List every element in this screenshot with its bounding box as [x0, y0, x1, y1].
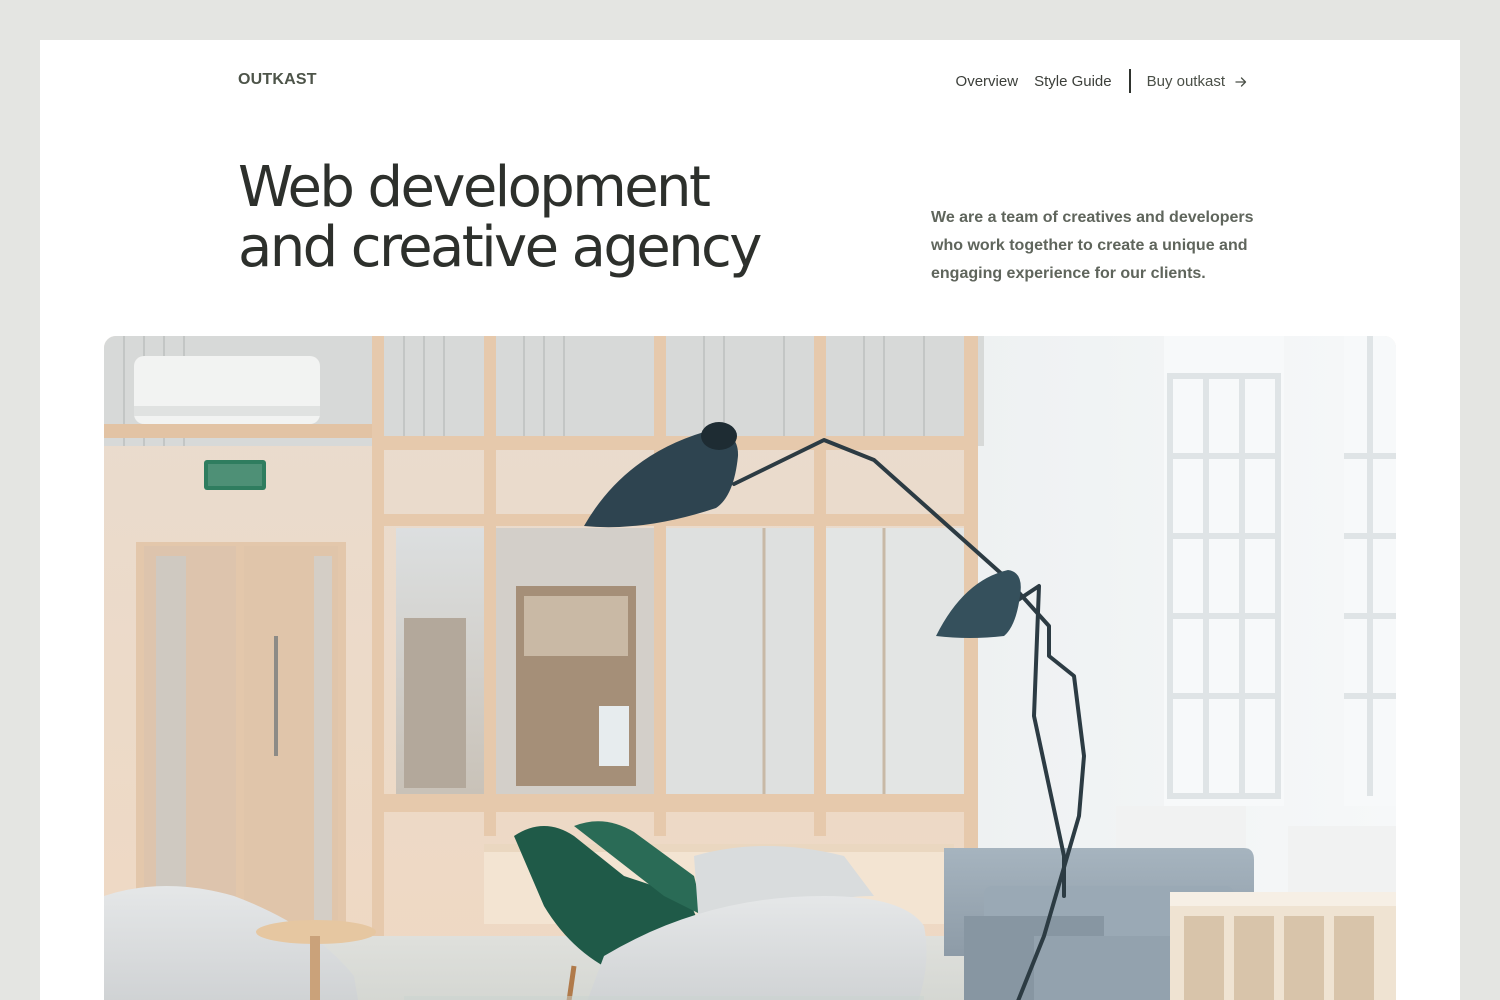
logo[interactable]: OUTKAST [238, 71, 317, 89]
nav-divider [1128, 69, 1131, 93]
nav-link-overview[interactable]: Overview [956, 73, 1019, 90]
hero-image [104, 336, 1396, 1000]
nav-link-style-guide[interactable]: Style Guide [1034, 73, 1112, 90]
main-nav: Overview Style Guide Buy outkast [956, 68, 1247, 94]
hero-headline-line-1: Web development [238, 155, 711, 220]
hero-headline-line-2: and creative agency [238, 215, 762, 280]
hero-intro: We are a team of creatives and developer… [931, 209, 1254, 282]
site-header: OUTKAST Overview Style Guide Buy outkast [238, 68, 1258, 94]
page-container: OUTKAST Overview Style Guide Buy outkast… [40, 40, 1460, 1000]
buy-button[interactable]: Buy outkast [1147, 73, 1247, 90]
buy-button-label: Buy outkast [1146, 72, 1225, 90]
arrow-right-icon [1235, 75, 1247, 87]
hero-headline: Web development and creative agency [238, 155, 762, 280]
